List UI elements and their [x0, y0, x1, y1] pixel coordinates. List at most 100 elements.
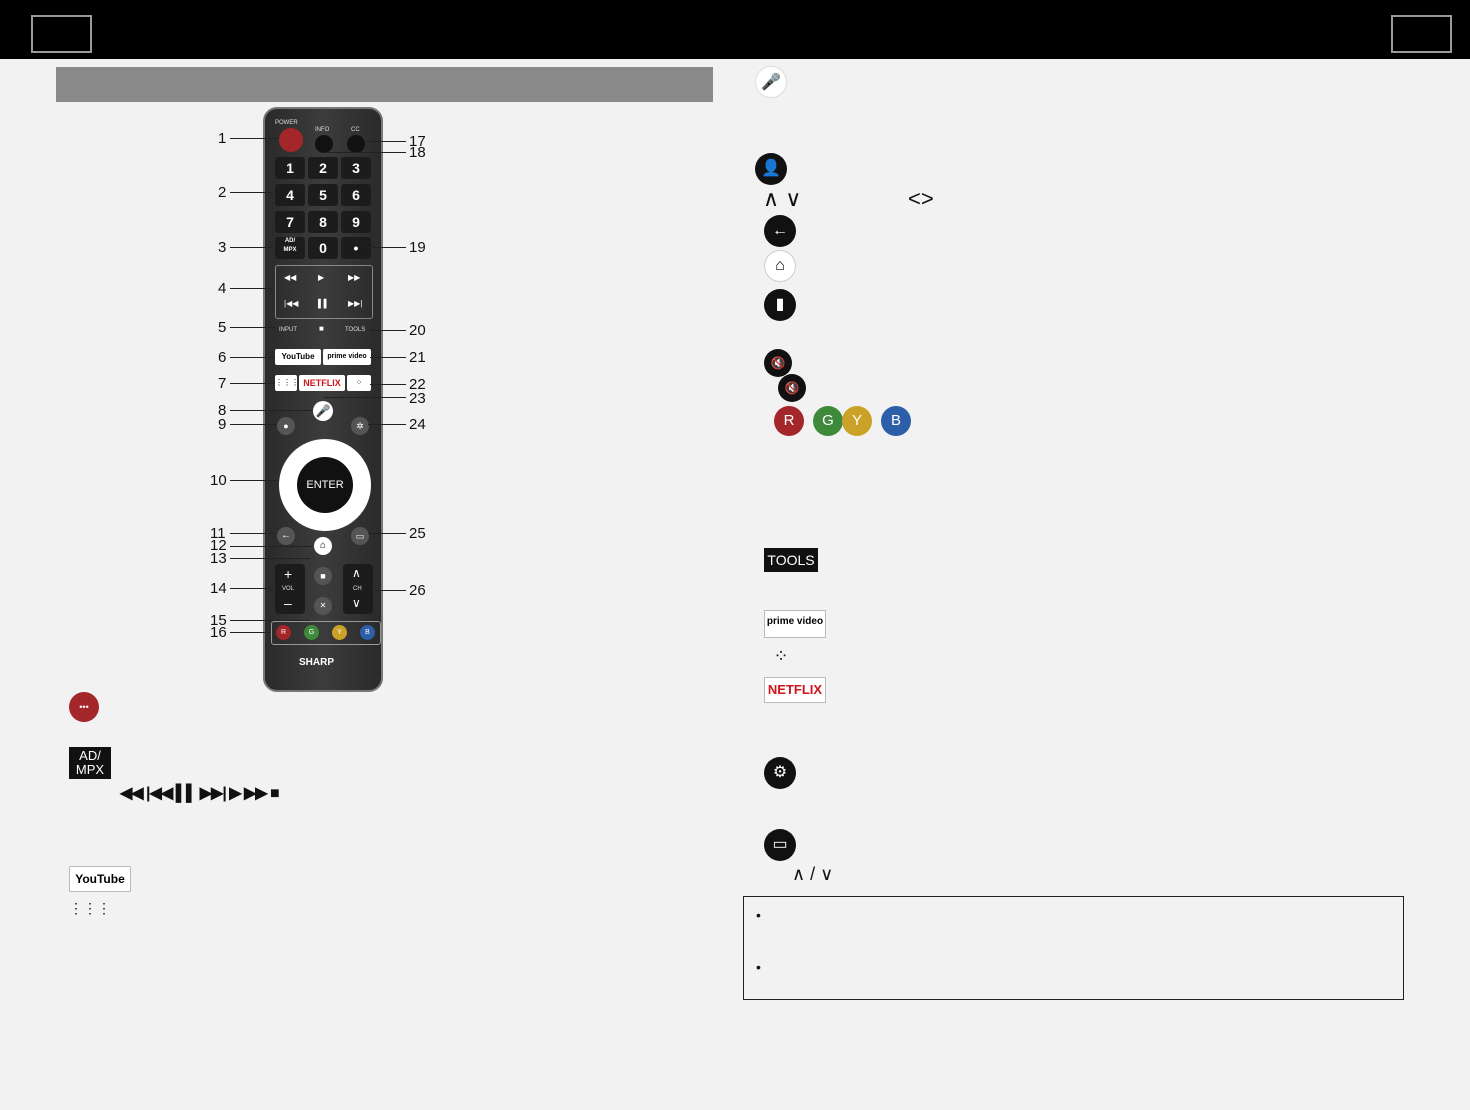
- callout-line: [230, 192, 273, 193]
- key-6: 6: [341, 184, 371, 206]
- transport-icons-row: ◀◀ |◀◀ ▌▌ ▶▶| ▶ ▶▶ ■: [120, 785, 280, 802]
- yellow-key: Y: [842, 406, 872, 436]
- dpad-ring: ENTER: [279, 439, 371, 531]
- callout-line: [366, 141, 406, 142]
- callout-line: [230, 558, 310, 559]
- profile-icon: ●: [277, 417, 295, 435]
- red-key: R: [276, 625, 291, 640]
- tv-icon: ▭: [351, 527, 369, 545]
- callout-line: [230, 620, 310, 621]
- settings-icon: ✲: [351, 417, 369, 435]
- mute-icon: 🔇: [764, 349, 792, 377]
- other-app-key: ⁘: [347, 375, 371, 391]
- callout-line: [368, 533, 406, 534]
- callout-line: [230, 247, 273, 248]
- callout-line: [230, 138, 278, 139]
- key-7: 7: [275, 211, 305, 233]
- volume-rocker: + VOL –: [275, 564, 305, 614]
- callout-2: 2: [218, 184, 227, 201]
- tools-label: TOOLS: [345, 327, 366, 333]
- key-1: 1: [275, 157, 305, 179]
- bookmark-icon: ▮: [764, 289, 796, 321]
- volume-down-icon: –: [284, 595, 292, 611]
- key-5: 5: [308, 184, 338, 206]
- up-down-arrows-icon: ∧ ∨: [763, 186, 802, 211]
- youtube-key: YouTube: [275, 349, 321, 365]
- red-key: R: [774, 406, 804, 436]
- callout-1: 1: [218, 130, 227, 147]
- green-key: G: [813, 406, 843, 436]
- green-key: G: [304, 625, 319, 640]
- netflix-key: NETFLIX: [299, 375, 345, 391]
- cc-label: CC: [351, 127, 360, 133]
- callout-line: [230, 383, 275, 384]
- skip-back-icon: |◀◀: [284, 299, 299, 308]
- notes-box: • •: [743, 896, 1404, 1000]
- vol-label: VOL: [282, 586, 295, 592]
- transport-keys-group: ◀◀ ▶ ▶▶ |◀◀ ▌▌ ▶▶|: [275, 265, 373, 319]
- key-4: 4: [275, 184, 305, 206]
- youtube-logo: YouTube: [69, 866, 131, 892]
- callout-line: [370, 384, 406, 385]
- callout-line: [230, 288, 273, 289]
- callout-26: 26: [409, 582, 426, 599]
- key-admpx: AD/ MPX: [275, 237, 305, 259]
- netflix-logo: NETFLIX: [764, 677, 826, 703]
- pause-icon: ▌▌: [318, 299, 330, 308]
- info-button: [315, 135, 333, 153]
- back-icon: ←: [277, 527, 295, 545]
- settings-icon: ⚙: [764, 757, 796, 789]
- blue-key: B: [881, 406, 911, 436]
- callout-21: 21: [409, 349, 426, 366]
- prime-video-logo: prime video: [764, 610, 826, 638]
- callout-line: [230, 410, 312, 411]
- tools-icon: TOOLS: [764, 548, 818, 572]
- channel-arrows-icon: ∧ / ∨: [792, 864, 834, 884]
- callout-10: 10: [210, 472, 227, 489]
- callout-line: [230, 588, 273, 589]
- enter-button: ENTER: [297, 457, 353, 513]
- callout-line: [230, 357, 275, 358]
- skip-forward-icon: ▶▶|: [348, 299, 363, 308]
- callout-4: 4: [218, 280, 227, 297]
- callout-18: 18: [409, 144, 426, 161]
- home-icon: ⌂: [314, 537, 332, 555]
- left-right-arrows-icon: <>: [908, 186, 934, 211]
- ch-label: CH: [353, 586, 362, 592]
- cc-button: [347, 135, 365, 153]
- prev-page-button[interactable]: [31, 15, 92, 53]
- callout-line: [230, 424, 276, 425]
- note-bullet: •: [756, 907, 761, 923]
- tv-icon: ▭: [764, 829, 796, 861]
- callout-20: 20: [409, 322, 426, 339]
- callout-5: 5: [218, 319, 227, 336]
- callout-line: [372, 590, 406, 591]
- callout-16: 16: [210, 624, 227, 641]
- play-icon: ▶: [318, 273, 325, 282]
- callout-23: 23: [409, 390, 426, 407]
- callout-line: [324, 397, 406, 398]
- channel-up-icon: ∧: [352, 566, 361, 580]
- rewind-icon: ◀◀: [284, 273, 297, 282]
- other-app-logo: ⁘: [773, 646, 789, 666]
- stop-icon: ■: [319, 324, 324, 333]
- note-bullet: •: [756, 959, 761, 975]
- callout-line: [366, 247, 406, 248]
- key-0: 0: [308, 237, 338, 259]
- apps-key: ⋮⋮⋮: [275, 375, 299, 391]
- callout-line: [324, 152, 406, 153]
- callout-9: 9: [218, 416, 227, 433]
- next-page-button[interactable]: [1391, 15, 1452, 53]
- key-3: 3: [341, 157, 371, 179]
- callout-line: [370, 330, 406, 331]
- key-2: 2: [308, 157, 338, 179]
- callout-line: [370, 357, 406, 358]
- apps-grid-icon: ⋮⋮⋮: [69, 900, 111, 916]
- blue-key: B: [360, 625, 375, 640]
- callout-19: 19: [409, 239, 426, 256]
- input-label: INPUT: [279, 327, 297, 333]
- top-bar: [0, 0, 1470, 59]
- color-keys-group: R G Y B: [271, 621, 381, 645]
- power-button: [279, 128, 303, 152]
- remote-illustration: POWER INFO CC 1 2 3 4 5 6 7 8 9 AD/ MPX …: [263, 107, 383, 692]
